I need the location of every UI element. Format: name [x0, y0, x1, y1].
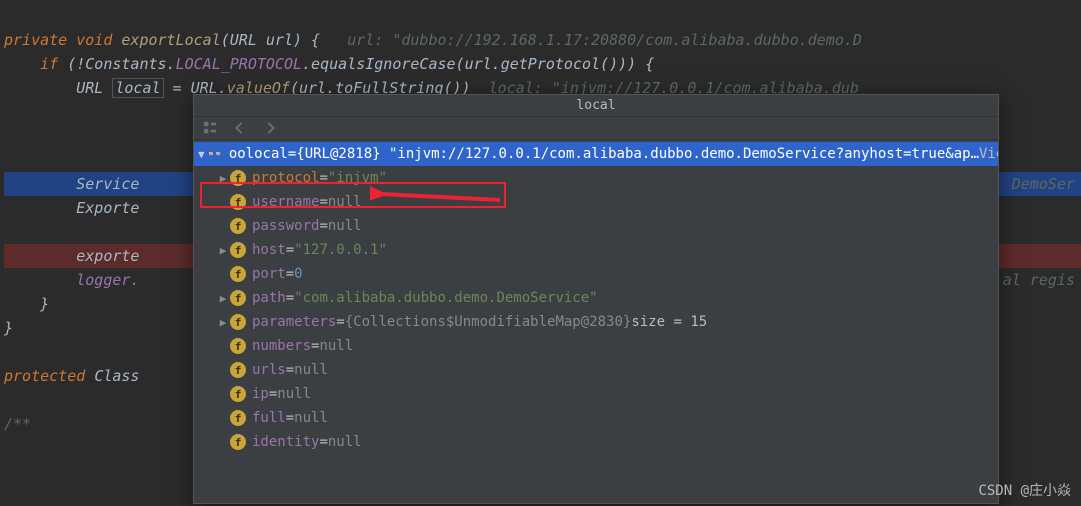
- back-icon[interactable]: [232, 121, 248, 135]
- tree-row[interactable]: fport = 0: [194, 262, 998, 286]
- field-value: "injvm": [328, 170, 387, 186]
- field-value: null: [328, 434, 362, 450]
- field-name: urls: [252, 362, 286, 378]
- field-icon: f: [230, 410, 246, 426]
- field-icon: f: [230, 338, 246, 354]
- expand-icon[interactable]: ▶: [216, 316, 230, 329]
- field-value: {Collections$UnmodifiableMap@2830}: [345, 314, 632, 330]
- tree-row[interactable]: ffull = null: [194, 406, 998, 430]
- field-name: host: [252, 242, 286, 258]
- field-value: "127.0.0.1": [294, 242, 387, 258]
- expand-icon[interactable]: ▶: [216, 244, 230, 257]
- field-value: null: [294, 410, 328, 426]
- view-link[interactable]: View: [979, 146, 998, 162]
- field-icon: f: [230, 218, 246, 234]
- tree-row[interactable]: fpassword = null: [194, 214, 998, 238]
- field-value: "com.alibaba.dubbo.demo.DemoService": [294, 290, 597, 306]
- field-icon: f: [230, 434, 246, 450]
- field-name: username: [252, 194, 319, 210]
- tree-row[interactable]: ▶fpath = "com.alibaba.dubbo.demo.DemoSer…: [194, 286, 998, 310]
- field-value: 0: [294, 266, 302, 282]
- field-value: null: [319, 338, 353, 354]
- field-value: null: [277, 386, 311, 402]
- tree-row[interactable]: ▶fprotocol = "injvm": [194, 166, 998, 190]
- watch-icon: 👓: [207, 147, 223, 162]
- field-icon: f: [230, 194, 246, 210]
- tree-icon[interactable]: [202, 121, 218, 135]
- tree-row[interactable]: fusername = null: [194, 190, 998, 214]
- field-name: ip: [252, 386, 269, 402]
- variable-tree[interactable]: ▼ 👓 oo local = {URL@2818} "injvm://127.0…: [194, 140, 998, 456]
- tree-row[interactable]: fidentity = null: [194, 430, 998, 454]
- field-value: null: [328, 194, 362, 210]
- field-name: port: [252, 266, 286, 282]
- field-icon: f: [230, 242, 246, 258]
- tree-row[interactable]: ▶fparameters = {Collections$Unmodifiable…: [194, 310, 998, 334]
- expand-icon[interactable]: ▶: [216, 172, 230, 185]
- popup-toolbar: [194, 117, 998, 140]
- field-icon: f: [230, 170, 246, 186]
- debug-popup: local ▼ 👓 oo local = {URL@2818} "injvm:/…: [193, 94, 999, 504]
- field-name: parameters: [252, 314, 336, 330]
- field-icon: f: [230, 290, 246, 306]
- tree-row[interactable]: ▶fhost = "127.0.0.1": [194, 238, 998, 262]
- watermark: CSDN @庄小焱: [978, 480, 1071, 500]
- popup-title: local: [194, 95, 998, 117]
- field-name: protocol: [252, 170, 319, 186]
- tree-root[interactable]: ▼ 👓 oo local = {URL@2818} "injvm://127.0…: [194, 142, 998, 166]
- field-name: numbers: [252, 338, 311, 354]
- tree-row[interactable]: fip = null: [194, 382, 998, 406]
- field-name: identity: [252, 434, 319, 450]
- field-icon: f: [230, 386, 246, 402]
- field-name: path: [252, 290, 286, 306]
- field-name: full: [252, 410, 286, 426]
- tree-row[interactable]: furls = null: [194, 358, 998, 382]
- field-name: password: [252, 218, 319, 234]
- tree-row[interactable]: fnumbers = null: [194, 334, 998, 358]
- expand-icon[interactable]: ▶: [216, 292, 230, 305]
- field-value: null: [328, 218, 362, 234]
- field-icon: f: [230, 314, 246, 330]
- field-icon: f: [230, 362, 246, 378]
- expand-icon[interactable]: ▼: [198, 148, 205, 161]
- field-value: null: [294, 362, 328, 378]
- forward-icon[interactable]: [262, 121, 278, 135]
- field-icon: f: [230, 266, 246, 282]
